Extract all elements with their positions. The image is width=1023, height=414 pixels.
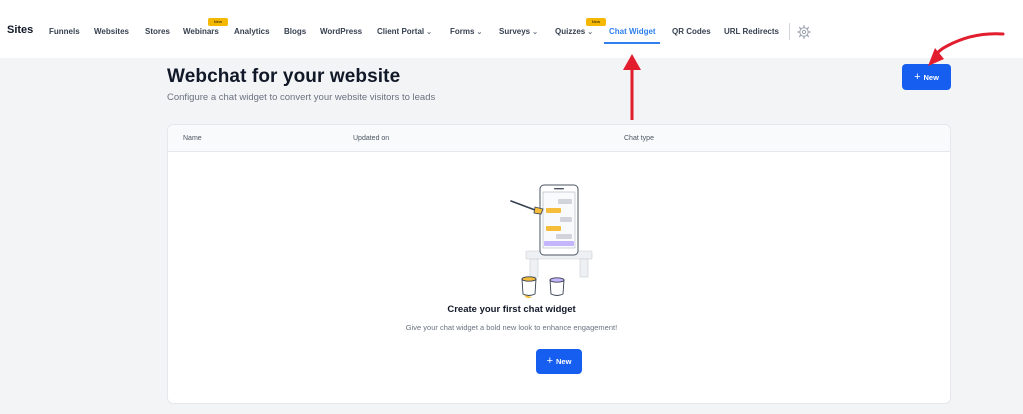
nav-item-label: Surveys [499, 27, 531, 36]
annotation-arrow-curved [928, 32, 1005, 66]
new-button-label: New [923, 72, 939, 82]
nav-item-stores[interactable]: Stores [145, 27, 170, 36]
nav-item-surveys[interactable]: Surveys ⌄ [499, 27, 538, 36]
new-button-label: New [556, 357, 572, 366]
nav-item-label: Client Portal [377, 27, 425, 36]
nav-item-qr-codes[interactable]: QR Codes [672, 27, 711, 36]
top-nav: Sites Funnels Websites Stores Webinars N… [0, 0, 1023, 58]
nav-item-webinars[interactable]: Webinars [183, 27, 219, 36]
nav-item-quizzes[interactable]: Quizzes ⌄ [555, 27, 593, 36]
nav-brand: Sites [7, 24, 34, 36]
empty-state-new-button[interactable]: + New [536, 349, 582, 374]
nav-item-wordpress[interactable]: WordPress [320, 27, 362, 36]
plus-icon: + [546, 355, 553, 367]
column-header-name[interactable]: Name [183, 135, 202, 142]
column-header-chat-type[interactable]: Chat type [624, 135, 654, 142]
new-badge: New [208, 18, 228, 26]
nav-item-funnels[interactable]: Funnels [49, 27, 80, 36]
nav-item-chat-widget[interactable]: Chat Widget [609, 27, 656, 36]
plus-icon: + [914, 70, 921, 83]
nav-item-url-redirects[interactable]: URL Redirects [724, 27, 779, 36]
nav-item-blogs[interactable]: Blogs [284, 27, 306, 36]
nav-item-forms[interactable]: Forms ⌄ [450, 27, 482, 36]
nav-item-analytics[interactable]: Analytics [234, 27, 270, 36]
gear-icon[interactable] [796, 24, 812, 40]
table-header: Name Updated on Chat type [168, 125, 950, 152]
chevron-down-icon: ⌄ [476, 29, 483, 36]
page-title: Webchat for your website [167, 66, 401, 87]
empty-state-subtitle: Give your chat widget a bold new look to… [405, 323, 618, 332]
new-badge: New [586, 18, 606, 26]
nav-item-label: Quizzes [555, 27, 586, 36]
chevron-down-icon: ⌄ [587, 29, 594, 36]
chevron-down-icon: ⌄ [426, 29, 432, 36]
empty-state-title: Create your first chat widget [447, 304, 576, 315]
nav-item-label: Forms [450, 27, 475, 36]
nav-divider [789, 23, 790, 40]
phone-chat-illustration [510, 184, 593, 299]
chevron-down-icon: ⌄ [532, 29, 539, 36]
active-tab-indicator [604, 42, 660, 44]
nav-item-client-portal[interactable]: Client Portal ⌄ [377, 27, 432, 36]
nav-item-websites[interactable]: Websites [94, 27, 129, 36]
page-subtitle: Configure a chat widget to convert your … [167, 92, 436, 103]
column-header-updated-on[interactable]: Updated on [353, 135, 389, 142]
annotation-arrow-up [623, 54, 641, 120]
